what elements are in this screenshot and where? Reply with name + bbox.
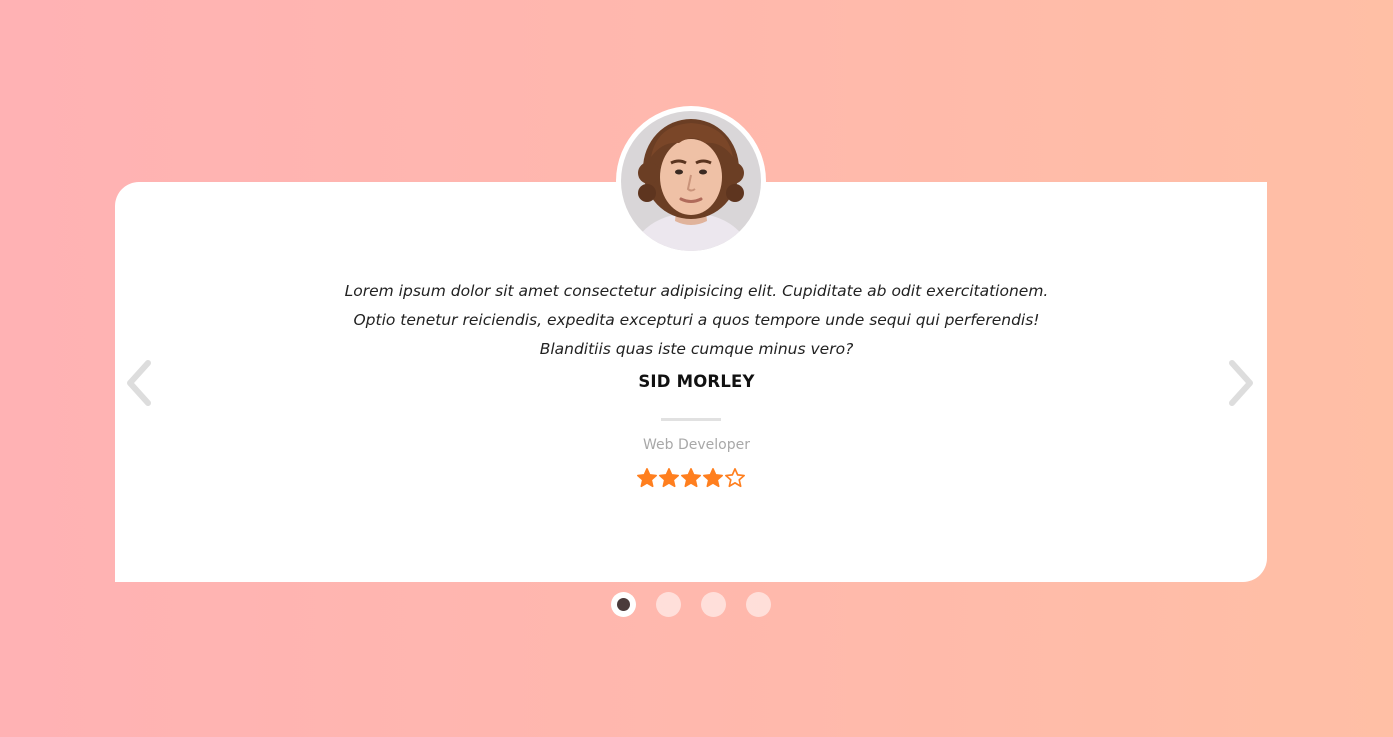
star-rating [636,467,748,491]
star-filled-icon [681,468,701,488]
star-filled-icon [637,468,657,488]
star-filled-icon [703,468,723,488]
author-role: Web Developer [643,437,750,453]
avatar-photo [621,111,761,251]
carousel-dot[interactable] [701,592,726,617]
carousel-dot[interactable] [611,592,636,617]
divider [661,418,721,421]
quote-line: Optio tenetur reiciendis, expedita excep… [353,311,1040,329]
star-filled-icon [659,468,679,488]
author-name: SID MORLEY [638,372,755,391]
quote-line: Lorem ipsum dolor sit amet consectetur a… [344,282,1049,300]
quote-line: Blanditiis quas iste cumque minus vero? [539,340,854,358]
carousel-dot[interactable] [746,592,771,617]
carousel-dot[interactable] [656,592,681,617]
carousel-pagination [611,592,771,618]
avatar [616,106,766,256]
testimonial-quote: Lorem ipsum dolor sit amet consectetur a… [0,277,1393,364]
star-empty-icon [725,468,745,488]
